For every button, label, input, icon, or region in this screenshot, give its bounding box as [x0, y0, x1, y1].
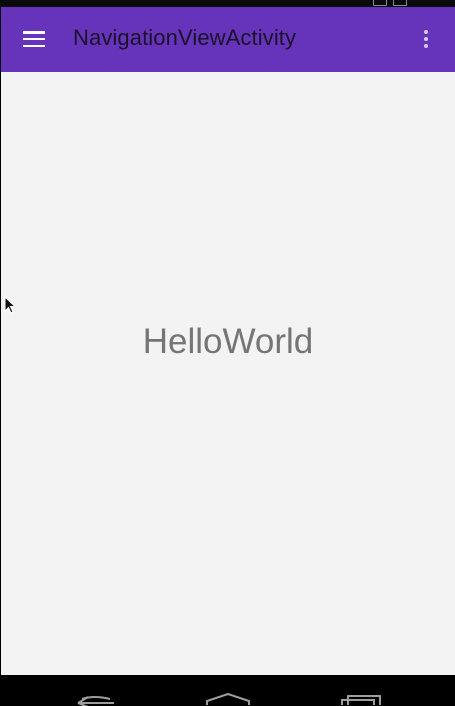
mouse-cursor-icon: [4, 296, 16, 314]
system-navigation-bar: [0, 675, 455, 706]
more-vert-icon: [424, 30, 428, 48]
signal-icon: [373, 0, 387, 6]
main-content: HelloWorld: [1, 72, 455, 675]
overflow-menu-button[interactable]: [395, 7, 455, 72]
toolbar: NavigationViewActivity: [1, 7, 455, 72]
back-icon[interactable]: [74, 693, 118, 706]
battery-icon: [393, 0, 407, 6]
status-icons: [373, 0, 407, 6]
hamburger-menu-icon: [23, 31, 45, 47]
toolbar-title: NavigationViewActivity: [73, 25, 297, 50]
home-icon[interactable]: [205, 693, 251, 706]
hello-world-text: HelloWorld: [142, 322, 314, 361]
app-screen: NavigationViewActivity HelloWorld: [0, 0, 455, 706]
status-bar: [0, 0, 455, 7]
recents-icon[interactable]: [340, 693, 382, 706]
navigation-drawer-button[interactable]: [2, 7, 66, 72]
